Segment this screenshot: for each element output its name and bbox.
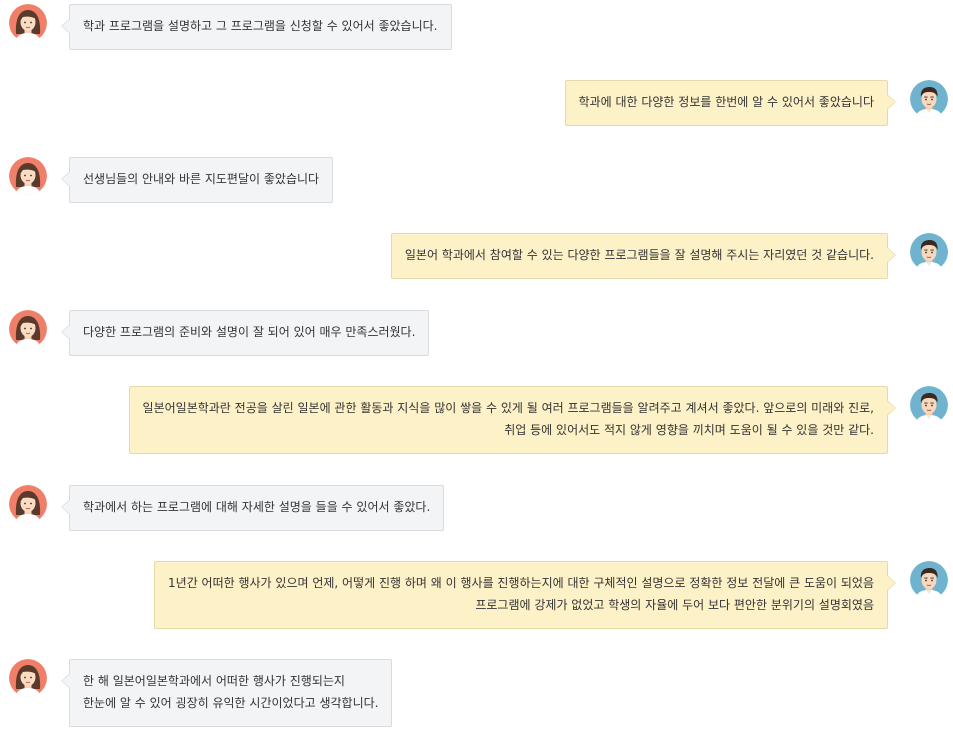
- message-bubble: 학과 프로그램을 설명하고 그 프로그램을 신청할 수 있어서 좋았습니다.: [61, 4, 452, 50]
- message-text: 프로그램에 강제가 없었고 학생의 자율에 두어 보다 편안한 분위기의 설명회…: [475, 598, 874, 612]
- message-text: 일본어 학과에서 참여할 수 있는 다양한 프로그램들을 잘 설명해 주시는 자…: [404, 248, 874, 262]
- message-text: 학과에 대한 다양한 정보를 한번에 알 수 있어서 좋았습니다: [578, 95, 874, 109]
- message-text: 한 해 일본어일본학과에서 어떠한 행사가 진행되는지: [83, 674, 345, 688]
- male-avatar-icon: [910, 233, 948, 271]
- message-bubble: 한 해 일본어일본학과에서 어떠한 행사가 진행되는지한눈에 알 수 있어 굉장…: [60, 659, 393, 727]
- female-avatar-icon: [9, 485, 47, 523]
- male-avatar-icon: [910, 80, 948, 118]
- message-text: 1년간 어떠한 행사가 있으며 언제, 어떻게 진행 하며 왜 이 행사를 진행…: [168, 576, 874, 590]
- message-bubble: 선생님들의 안내와 바른 지도편달이 좋았습니다: [60, 157, 334, 203]
- message-text: 다양한 프로그램의 준비와 설명이 잘 되어 있어 매우 만족스러웠다.: [83, 325, 416, 339]
- male-avatar-icon: [910, 386, 948, 424]
- female-avatar-icon: [9, 310, 47, 348]
- message-bubble: 다양한 프로그램의 준비와 설명이 잘 되어 있어 매우 만족스러웠다.: [60, 310, 430, 356]
- female-avatar-icon: [9, 157, 47, 195]
- message-text: 학과에서 하는 프로그램에 대해 자세한 설명을 들을 수 있어서 좋았다.: [83, 500, 431, 514]
- message-text: 한눈에 알 수 있어 굉장히 유익한 시간이었다고 생각합니다.: [83, 696, 379, 710]
- female-avatar-icon: [9, 659, 47, 697]
- female-avatar-icon: [9, 4, 47, 42]
- message-bubble: 일본어일본학과란 전공을 살린 일본에 관한 활동과 지식을 많이 쌓을 수 있…: [128, 386, 897, 454]
- message-text: 취업 등에 있어서도 적지 않게 영향을 끼치며 도움이 될 수 있을 것만 같…: [504, 423, 874, 437]
- message-text: 선생님들의 안내와 바른 지도편달이 좋았습니다: [83, 172, 320, 186]
- message-text: 일본어일본학과란 전공을 살린 일본에 관한 활동과 지식을 많이 쌓을 수 있…: [142, 401, 874, 415]
- message-bubble: 1년간 어떠한 행사가 있으며 언제, 어떻게 진행 하며 왜 이 행사를 진행…: [154, 561, 896, 629]
- message-bubble: 학과에서 하는 프로그램에 대해 자세한 설명을 들을 수 있어서 좋았다.: [60, 485, 445, 531]
- male-avatar-icon: [910, 561, 948, 599]
- message-bubble: 일본어 학과에서 참여할 수 있는 다양한 프로그램들을 잘 설명해 주시는 자…: [390, 233, 897, 279]
- message-text: 학과 프로그램을 설명하고 그 프로그램을 신청할 수 있어서 좋았습니다.: [83, 19, 438, 33]
- message-bubble: 학과에 대한 다양한 정보를 한번에 알 수 있어서 좋았습니다: [564, 80, 897, 126]
